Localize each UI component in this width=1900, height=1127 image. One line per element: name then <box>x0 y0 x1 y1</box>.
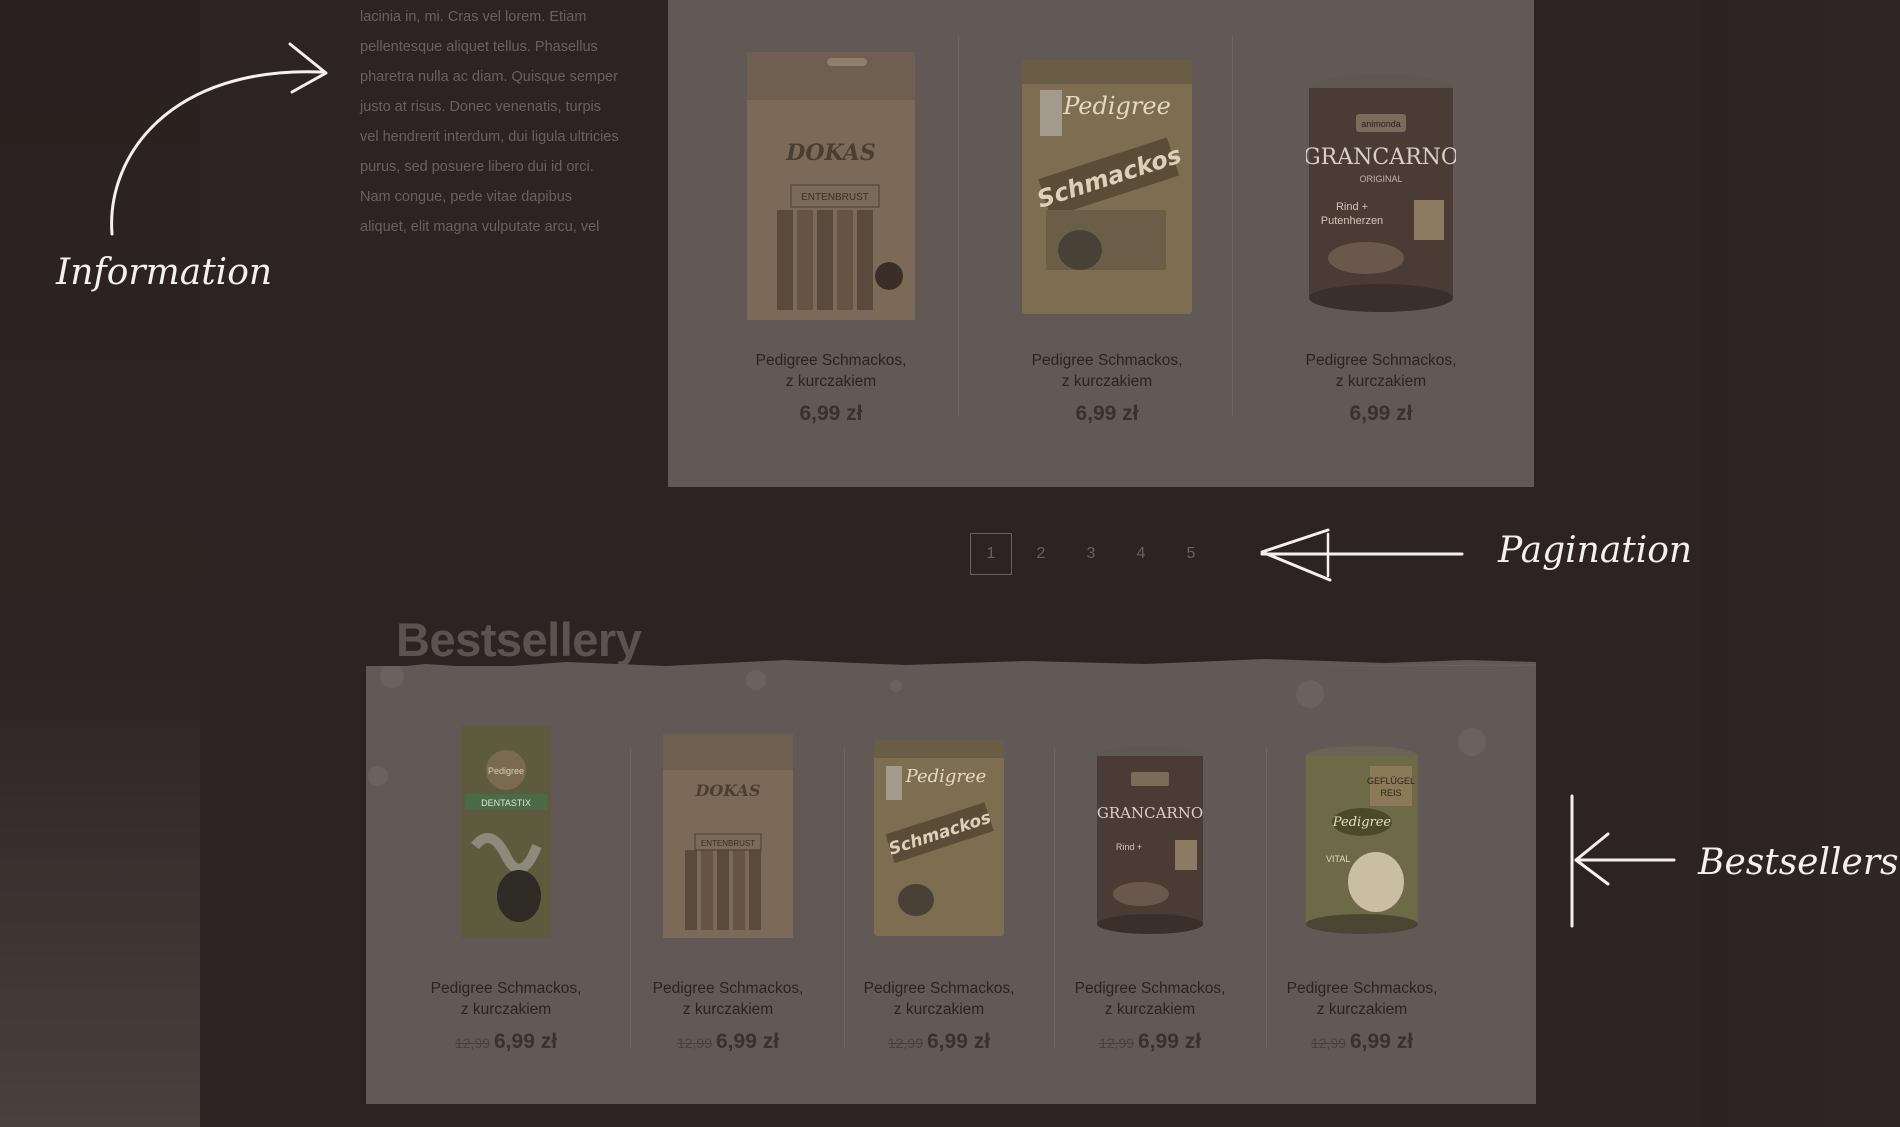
pagination: 1 2 3 4 5 <box>970 533 1220 575</box>
product-name-line1[interactable]: Pedigree Schmackos, <box>708 350 954 371</box>
pagination-annotation: Pagination <box>1498 530 1693 571</box>
product-price: 6,99 zł <box>1349 402 1413 425</box>
sale-price: 6,99 zł <box>927 1030 991 1053</box>
page-button-1[interactable]: 1 <box>970 533 1012 575</box>
svg-text:Putenherzen: Putenherzen <box>1321 215 1383 227</box>
product-price: 12,99 6,99 zł <box>628 1030 828 1054</box>
page-button-2[interactable]: 2 <box>1020 533 1062 575</box>
information-annotation: Information <box>56 252 273 293</box>
grancarno-can-image[interactable]: animonda GRANCARNO ORIGINAL Rind + Puten… <box>1306 40 1456 320</box>
bestsellers-annotation: Bestsellers <box>1698 842 1899 883</box>
page-button-5[interactable]: 5 <box>1170 533 1212 575</box>
old-price: 12,99 <box>454 1035 490 1051</box>
information-arrow <box>110 42 328 236</box>
svg-text:Pedigree: Pedigree <box>1062 92 1171 120</box>
sale-price: 6,99 zł <box>716 1030 780 1053</box>
product-card[interactable]: animonda GRANCARNO ORIGINAL Rind + Puten… <box>1258 40 1504 426</box>
bestseller-card[interactable]: Pedigree DENTASTIX Pedigree Schmackos, z… <box>406 726 606 1054</box>
product-price: 12,99 6,99 zł <box>1050 1030 1250 1054</box>
product-divider <box>958 36 959 416</box>
product-name-line1[interactable]: Pedigree Schmackos, <box>406 978 606 999</box>
svg-text:Pedigree: Pedigree <box>905 766 987 787</box>
dokas-entenbrust-pack-image[interactable]: DOKAS ENTENBRUST <box>663 726 793 938</box>
pedigree-schmackos-pack-image[interactable]: Pedigree Schmackos <box>874 726 1004 938</box>
svg-text:DOKAS: DOKAS <box>694 781 760 800</box>
product-name-line2[interactable]: z kurczakiem <box>984 371 1230 392</box>
svg-text:Rind +: Rind + <box>1336 201 1368 213</box>
product-name-line1[interactable]: Pedigree Schmackos, <box>1050 978 1250 999</box>
bestsellers-arrow <box>1570 794 1676 928</box>
svg-text:GRANCARNO: GRANCARNO <box>1306 145 1456 170</box>
product-name-line2[interactable]: z kurczakiem <box>1262 999 1462 1020</box>
product-name-line2[interactable]: z kurczakiem <box>628 999 828 1020</box>
old-price: 12,99 <box>1310 1035 1346 1051</box>
bestsellers-panel: Pedigree DENTASTIX Pedigree Schmackos, z… <box>366 666 1536 1104</box>
page-button-4[interactable]: 4 <box>1120 533 1162 575</box>
page-button-3[interactable]: 3 <box>1070 533 1112 575</box>
product-name-line1[interactable]: Pedigree Schmackos, <box>1262 978 1462 999</box>
pedigree-schmackos-pack-image[interactable]: Pedigree Schmackos <box>1022 40 1192 320</box>
product-name-line2[interactable]: z kurczakiem <box>708 371 954 392</box>
product-card[interactable]: DOKAS ENTENBRUST Pedigree Schmackos, z k… <box>708 40 954 426</box>
product-price: 12,99 6,99 zł <box>839 1030 1039 1054</box>
bestseller-card[interactable]: GRANCARNO Rind + Pedigree Schmackos, z k… <box>1050 726 1250 1054</box>
sale-price: 6,99 zł <box>1350 1030 1414 1053</box>
svg-text:Pedigree: Pedigree <box>1332 815 1392 830</box>
product-name-line1[interactable]: Pedigree Schmackos, <box>1258 350 1504 371</box>
svg-text:ENTENBRUST: ENTENBRUST <box>801 192 869 203</box>
bestseller-card[interactable]: Pedigree Schmackos Pedigree Schmackos, z… <box>839 726 1039 1054</box>
svg-text:DOKAS: DOKAS <box>785 140 875 166</box>
product-price: 12,99 6,99 zł <box>406 1030 606 1054</box>
product-name-line2[interactable]: z kurczakiem <box>839 999 1039 1020</box>
product-name-line1[interactable]: Pedigree Schmackos, <box>839 978 1039 999</box>
bestseller-card[interactable]: DOKAS ENTENBRUST Pedigree Schmackos, z k… <box>628 726 828 1054</box>
bestseller-card[interactable]: GEFLÜGEL REIS Pedigree VITAL Pedigree Sc… <box>1262 726 1462 1054</box>
pedigree-dentastix-pack-image[interactable]: Pedigree DENTASTIX <box>461 726 551 938</box>
product-name-line2[interactable]: z kurczakiem <box>1258 371 1504 392</box>
product-divider <box>1232 36 1233 416</box>
pagination-arrow <box>1260 528 1464 582</box>
product-price: 6,99 zł <box>799 402 863 425</box>
pedigree-puppy-can-image[interactable]: GEFLÜGEL REIS Pedigree VITAL <box>1304 726 1420 938</box>
sale-price: 6,99 zł <box>1138 1030 1202 1053</box>
product-name-line2[interactable]: z kurczakiem <box>406 999 606 1020</box>
product-card[interactable]: Pedigree Schmackos Pedigree Schmackos, z… <box>984 40 1230 426</box>
svg-text:animonda: animonda <box>1361 119 1401 129</box>
svg-text:REIS: REIS <box>1380 788 1401 798</box>
right-background <box>1700 0 1900 1127</box>
information-text: lacinia in, mi. Cras vel lorem. Etiam pe… <box>360 9 619 235</box>
svg-text:VITAL: VITAL <box>1326 854 1350 864</box>
old-price: 12,99 <box>887 1035 923 1051</box>
product-name-line1[interactable]: Pedigree Schmackos, <box>628 978 828 999</box>
svg-text:GRANCARNO: GRANCARNO <box>1097 804 1203 822</box>
svg-text:Pedigree: Pedigree <box>488 766 524 776</box>
grancarno-can-image[interactable]: GRANCARNO Rind + <box>1095 726 1205 938</box>
svg-text:GEFLÜGEL: GEFLÜGEL <box>1367 776 1415 786</box>
product-panel: DOKAS ENTENBRUST Pedigree Schmackos, z k… <box>668 0 1534 487</box>
svg-text:ORIGINAL: ORIGINAL <box>1359 174 1402 184</box>
old-price: 12,99 <box>1098 1035 1134 1051</box>
sale-price: 6,99 zł <box>494 1030 558 1053</box>
product-price: 6,99 zł <box>1075 402 1139 425</box>
svg-text:ENTENBRUST: ENTENBRUST <box>701 839 755 848</box>
old-price: 12,99 <box>676 1035 712 1051</box>
dokas-entenbrust-pack-image[interactable]: DOKAS ENTENBRUST <box>747 40 915 320</box>
svg-text:Rind +: Rind + <box>1116 842 1142 852</box>
product-price: 12,99 6,99 zł <box>1262 1030 1462 1054</box>
svg-text:DENTASTIX: DENTASTIX <box>481 798 531 808</box>
product-name-line2[interactable]: z kurczakiem <box>1050 999 1250 1020</box>
product-name-line1[interactable]: Pedigree Schmackos, <box>984 350 1230 371</box>
